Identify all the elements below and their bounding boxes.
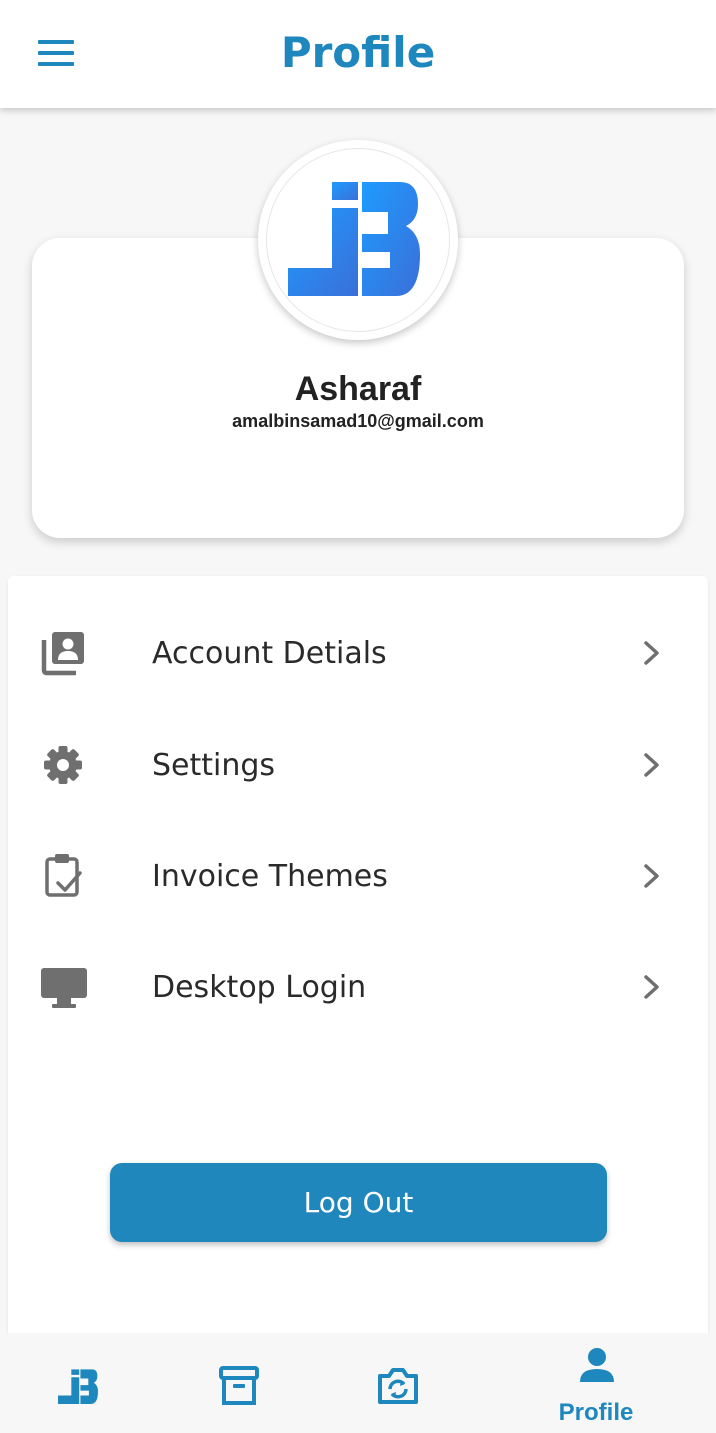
nav-item-archive[interactable] bbox=[180, 1333, 296, 1433]
menu-item-label: Account Detials bbox=[152, 636, 387, 671]
chevron-right-icon bbox=[644, 753, 659, 777]
archive-icon bbox=[219, 1366, 259, 1405]
jb-logo-icon bbox=[58, 1369, 98, 1404]
menu-item-label: Invoice Themes bbox=[152, 859, 388, 894]
menu-item-invoice-themes[interactable]: Invoice Themes bbox=[8, 831, 708, 921]
logout-button[interactable]: Log Out bbox=[110, 1163, 607, 1242]
menu-item-label: Settings bbox=[152, 748, 276, 783]
user-email: amalbinsamad10@gmail.com bbox=[232, 411, 484, 431]
monitor-icon bbox=[41, 968, 87, 1008]
user-name: Asharaf bbox=[294, 370, 422, 408]
chevron-right-icon bbox=[644, 975, 659, 999]
clipboard-check-icon bbox=[45, 854, 82, 897]
nav-item-camera[interactable] bbox=[340, 1333, 456, 1433]
avatar[interactable] bbox=[258, 140, 458, 340]
chevron-right-icon bbox=[644, 864, 659, 888]
person-icon bbox=[580, 1348, 614, 1382]
menu-item-settings[interactable]: Settings bbox=[8, 720, 708, 810]
nav-item-home[interactable] bbox=[20, 1333, 136, 1433]
nav-item-profile[interactable]: Profile bbox=[536, 1333, 656, 1433]
nav-item-label: Profile bbox=[558, 1399, 634, 1426]
camera-switch-icon bbox=[378, 1368, 418, 1404]
bottom-nav: Profile bbox=[0, 1333, 716, 1433]
chevron-right-icon bbox=[644, 641, 659, 665]
menu-item-desktop-login[interactable]: Desktop Login bbox=[8, 942, 708, 1032]
menu-item-account-details[interactable]: Account Detials bbox=[8, 608, 708, 698]
app-bar: Profile bbox=[0, 0, 716, 108]
account-details-icon bbox=[41, 632, 84, 676]
jb-logo-icon bbox=[288, 182, 420, 296]
menu-item-label: Desktop Login bbox=[152, 970, 367, 1005]
gear-icon bbox=[44, 746, 82, 784]
page-title: Profile bbox=[280, 28, 436, 77]
